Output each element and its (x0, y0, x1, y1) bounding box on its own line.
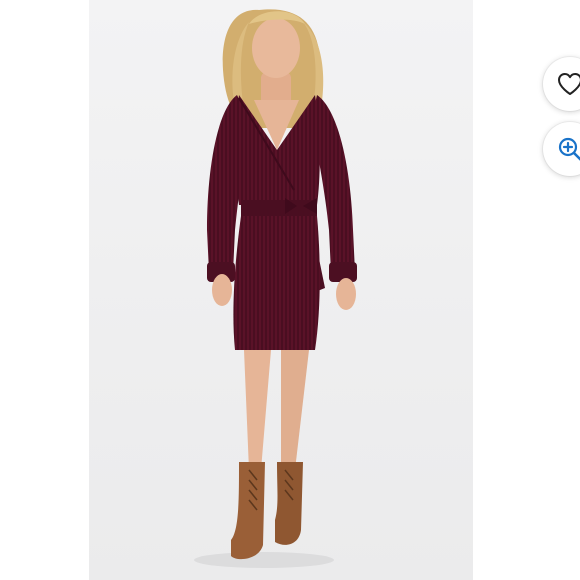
zoom-in-icon (558, 137, 580, 161)
leg-right (281, 350, 309, 470)
model-illustration (194, 9, 357, 568)
product-photo[interactable] (89, 0, 473, 580)
floor-shadow (194, 552, 334, 568)
dress-skirt (233, 216, 320, 350)
hand-left (212, 274, 232, 306)
boot-left (231, 462, 265, 560)
like-button[interactable] (543, 57, 580, 111)
hand-right (336, 278, 356, 310)
heart-icon (558, 73, 580, 95)
zoom-button[interactable] (543, 122, 580, 176)
leg-left (244, 350, 271, 470)
face (252, 18, 300, 78)
